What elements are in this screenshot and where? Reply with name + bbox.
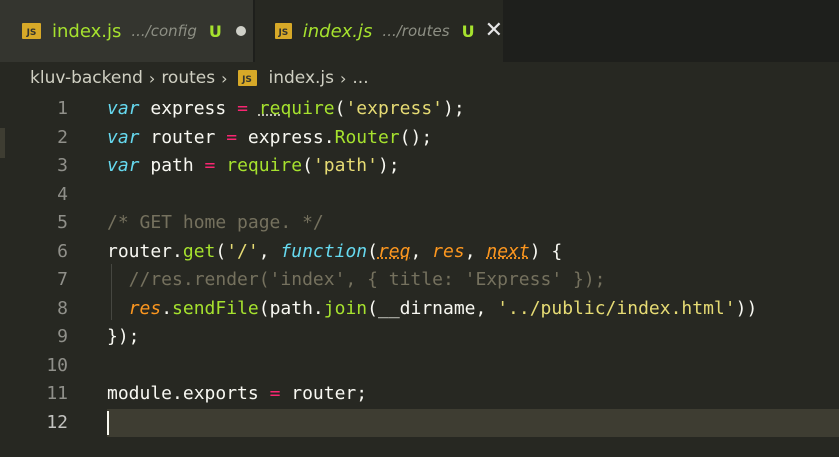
code-token: get xyxy=(182,241,216,262)
code-token: express. xyxy=(237,127,335,148)
code-token: . xyxy=(161,298,173,319)
line-number: 10 xyxy=(46,355,68,376)
code-token: path xyxy=(139,155,205,176)
code-line[interactable]: //res.render('index', { title: 'Express'… xyxy=(107,266,606,294)
tab-bar: JS index.js .../config U JS index.js ...… xyxy=(0,0,839,62)
unsaved-dot-icon[interactable] xyxy=(235,26,246,36)
code-token: var xyxy=(107,98,140,119)
code-token: /* GET home page. */ xyxy=(107,212,324,233)
tab-path: .../config xyxy=(131,22,197,40)
chevron-right-icon: › xyxy=(148,68,156,88)
code-line[interactable]: var router = express.Router(); xyxy=(107,124,432,152)
tab-routes-index-js[interactable]: JS index.js .../routes U ✕ xyxy=(255,0,503,62)
breadcrumb-folder[interactable]: routes xyxy=(161,68,215,88)
code-token: '../public/index.html' xyxy=(497,298,736,319)
code-line[interactable]: module.exports = router; xyxy=(107,380,367,408)
git-status-badge: U xyxy=(208,21,222,41)
code-token: (path. xyxy=(258,298,324,319)
code-line[interactable]: /* GET home page. */ xyxy=(107,209,324,237)
code-token: var xyxy=(107,127,140,148)
code-token: router; xyxy=(280,383,368,404)
line-number: 7 xyxy=(57,269,68,290)
line-number: 1 xyxy=(57,98,68,119)
line-number: 12 xyxy=(46,412,68,433)
line-number: 6 xyxy=(57,241,68,262)
code-token: )) xyxy=(735,298,758,319)
code-token: ( xyxy=(215,241,227,262)
code-token: join xyxy=(323,298,368,319)
code-line[interactable]: router.get('/', function(req, res, next)… xyxy=(107,238,562,266)
chevron-right-icon: › xyxy=(221,68,228,88)
line-number: 9 xyxy=(57,326,68,347)
breadcrumb: kluv-backend › routes › JS index.js › ..… xyxy=(0,62,839,94)
close-icon[interactable]: ✕ xyxy=(485,20,503,42)
tab-config-index-js[interactable]: JS index.js .../config U xyxy=(0,0,253,62)
line-number: 2 xyxy=(57,127,68,148)
tab-path: .../routes xyxy=(382,22,450,40)
git-status-badge: U xyxy=(461,21,475,41)
code-token: ); xyxy=(443,98,465,119)
code-token: quire xyxy=(280,98,335,119)
code-token: re xyxy=(258,98,281,119)
breadcrumb-project[interactable]: kluv-backend xyxy=(30,68,143,88)
code-token: ( xyxy=(334,98,346,119)
code-token: = xyxy=(269,383,281,404)
code-token: express xyxy=(139,98,238,119)
code-token: = xyxy=(237,98,248,119)
code-token: '/' xyxy=(226,241,259,262)
code-line[interactable]: var express = require('express'); xyxy=(107,95,465,123)
js-file-icon: JS xyxy=(275,23,292,39)
code-token: var xyxy=(107,155,140,176)
line-number: 11 xyxy=(46,383,68,404)
code-token: }); xyxy=(107,326,140,347)
code-token: (); xyxy=(399,127,433,148)
text-cursor xyxy=(107,411,109,435)
code-editor[interactable]: 1 var express = require('express'); 2 var r… xyxy=(0,94,839,457)
code-token: ); xyxy=(377,155,400,176)
code-line[interactable]: var path = require('path'); xyxy=(107,152,400,180)
code-line[interactable]: }); xyxy=(107,323,140,351)
js-file-icon: JS xyxy=(237,70,257,86)
line-number: 8 xyxy=(57,298,68,319)
code-token: , xyxy=(258,241,281,262)
breadcrumb-file[interactable]: index.js xyxy=(269,68,335,88)
code-token: router. xyxy=(107,241,183,262)
code-token: = xyxy=(204,155,216,176)
current-line-highlight xyxy=(107,409,839,437)
tab-filename: index.js xyxy=(52,20,122,42)
code-line[interactable]: res.sendFile(path.join(__dirname, '../pu… xyxy=(107,295,758,323)
code-token: require xyxy=(226,155,303,176)
code-token: req xyxy=(377,241,411,262)
code-token: 'express' xyxy=(345,98,444,119)
code-token: ) { xyxy=(529,241,563,262)
code-token: 'path' xyxy=(312,155,378,176)
breadcrumb-more[interactable]: ... xyxy=(352,68,368,88)
code-token: function xyxy=(280,241,368,262)
code-token: res xyxy=(432,241,465,262)
js-file-icon: JS xyxy=(22,23,41,39)
code-token: , xyxy=(464,241,487,262)
line-number: 3 xyxy=(57,155,68,176)
code-token: router xyxy=(139,127,227,148)
line-number: 4 xyxy=(57,184,68,205)
code-token: = xyxy=(226,127,238,148)
code-token: Router xyxy=(334,127,400,148)
code-token: , xyxy=(410,241,433,262)
code-token: ( xyxy=(367,241,378,262)
code-token: //res.render('index', { title: 'Express'… xyxy=(107,269,606,290)
code-token: ( xyxy=(302,155,313,176)
code-token: res xyxy=(128,298,162,319)
chevron-right-icon: › xyxy=(340,68,347,88)
code-token: module.exports xyxy=(107,383,270,404)
tab-filename: index.js xyxy=(302,20,373,42)
line-number: 5 xyxy=(57,212,68,233)
code-token: (__dirname, xyxy=(367,298,498,319)
code-token: sendFile xyxy=(172,298,259,319)
code-token: next xyxy=(486,241,530,262)
